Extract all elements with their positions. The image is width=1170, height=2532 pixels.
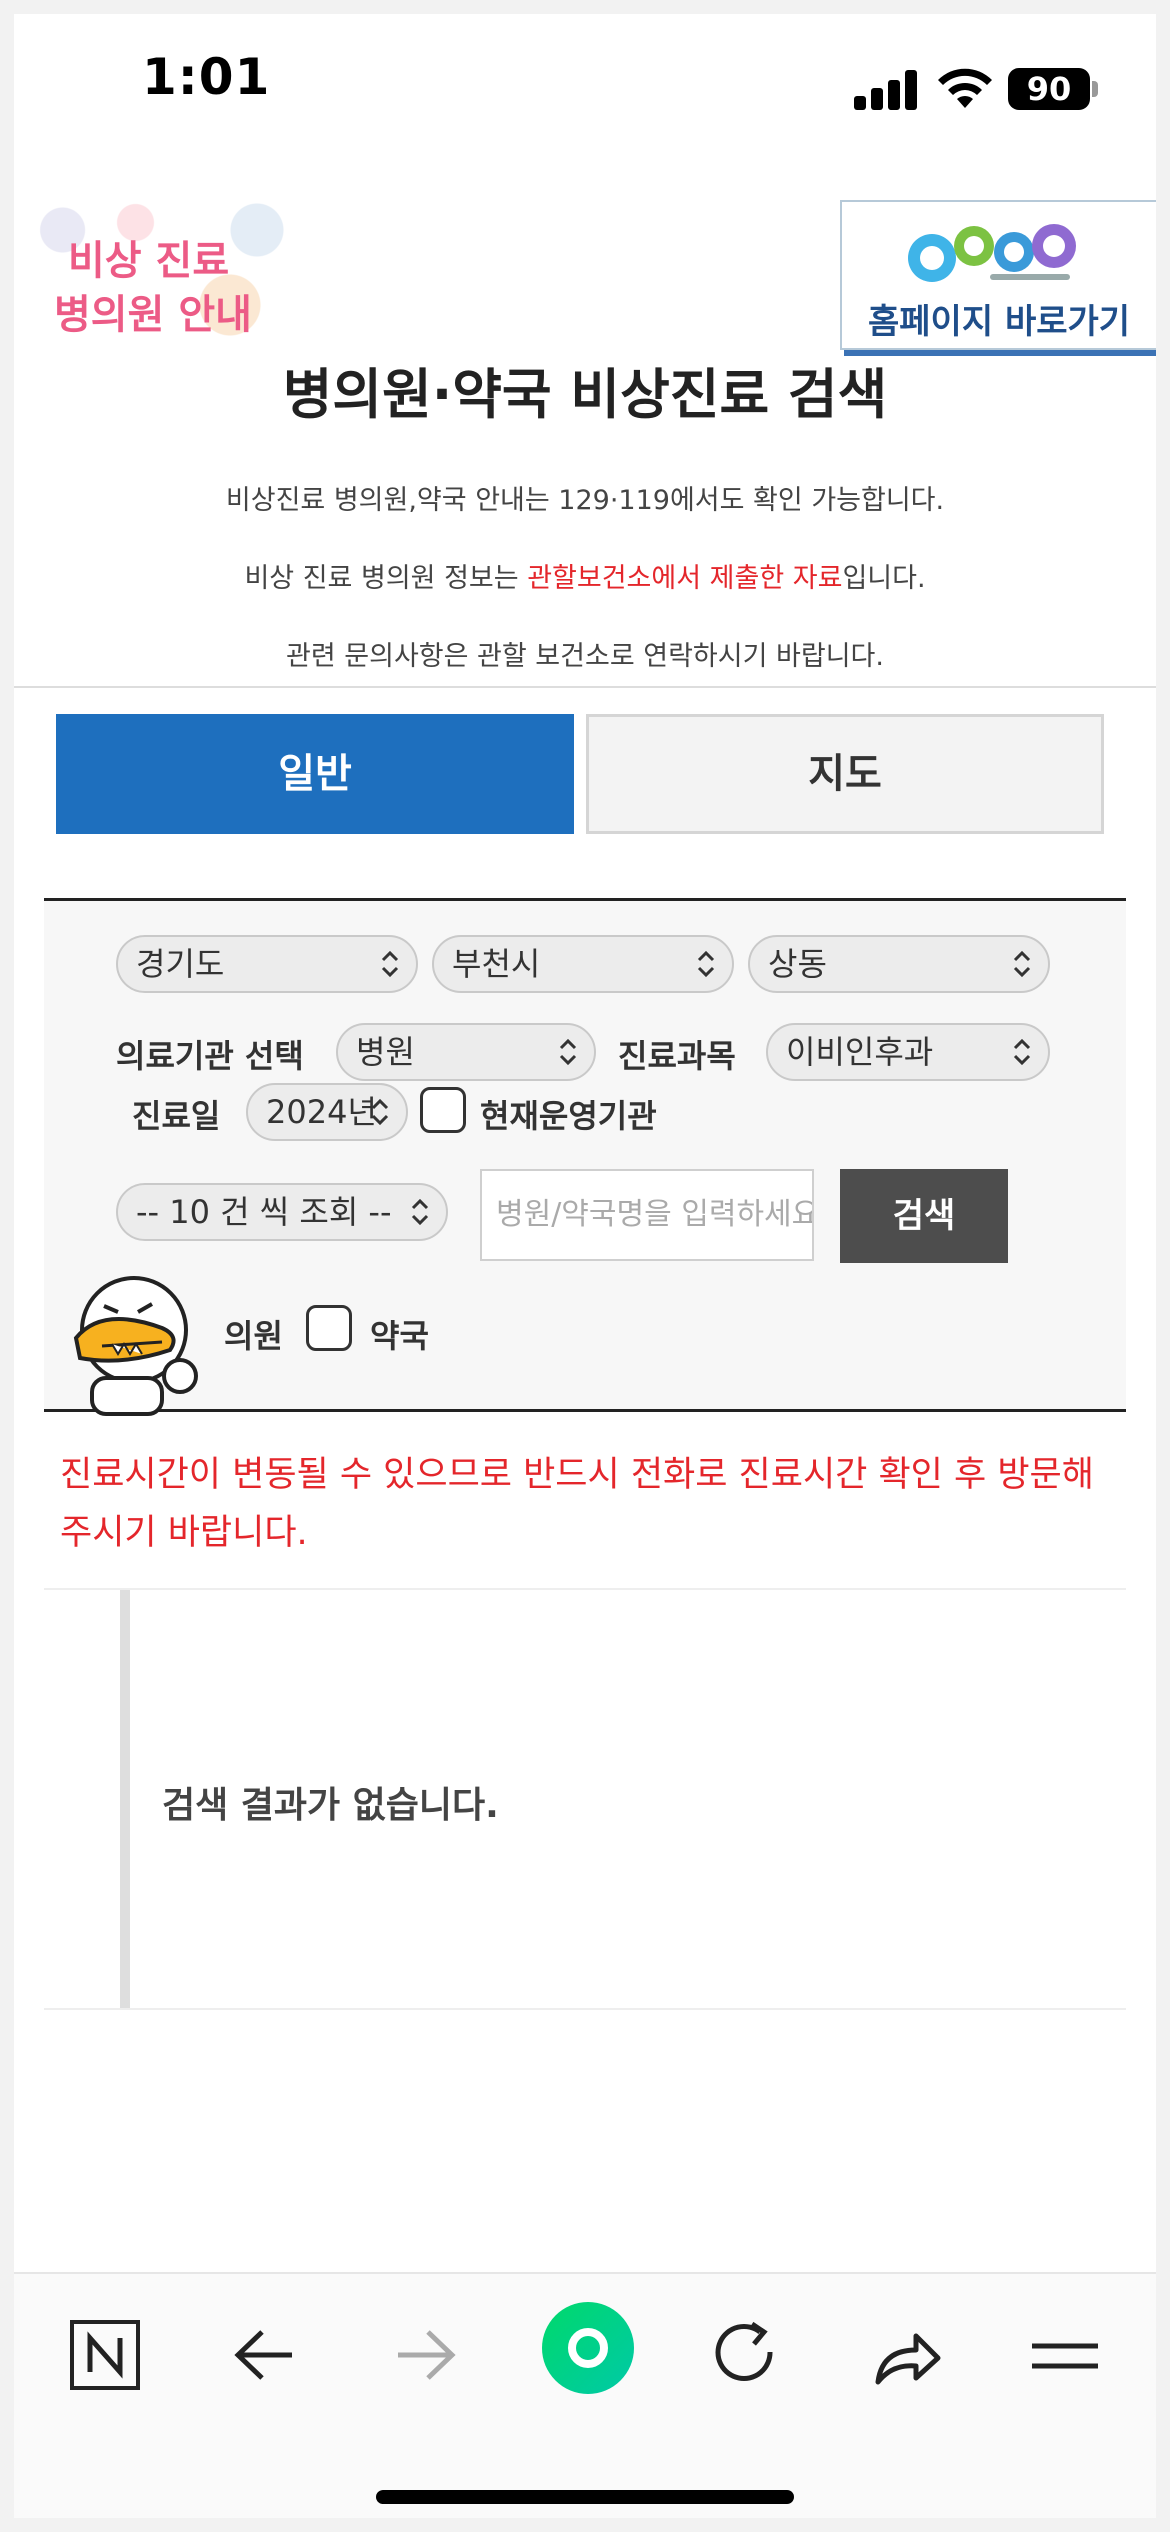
result-accent-bar bbox=[120, 1590, 130, 2010]
info-line-2-pre: 비상 진료 병의원 정보는 bbox=[244, 563, 528, 594]
home-indicator[interactable] bbox=[376, 2490, 794, 2504]
pharmacy-checkbox[interactable] bbox=[306, 1305, 352, 1351]
homepage-link-banner[interactable]: 홈페이지 바로가기 bbox=[840, 200, 1156, 350]
status-time: 1:01 bbox=[142, 48, 271, 106]
notice-text: 진료시간이 변동될 수 있으므로 반드시 전화로 진료시간 확인 후 방문해주시… bbox=[60, 1455, 1094, 1553]
duck-mascot-icon[interactable] bbox=[62, 1266, 212, 1416]
divider bbox=[44, 2008, 1126, 2010]
green-dot-icon[interactable] bbox=[540, 2300, 636, 2396]
department-select[interactable]: 이비인후과 bbox=[766, 1023, 1050, 1081]
updown-chevron-icon bbox=[371, 1098, 389, 1126]
department-label: 진료과목 bbox=[618, 1037, 736, 1075]
pharmacy-check-label: 약국 bbox=[370, 1317, 429, 1355]
battery-icon: 90 bbox=[1008, 68, 1100, 110]
page-size-value: -- 10 건 씩 조회 -- bbox=[136, 1193, 392, 1231]
date-label: 진료일 bbox=[132, 1097, 221, 1135]
banner-line1: 비상 진료 bbox=[68, 238, 230, 284]
wifi-icon bbox=[938, 68, 992, 108]
cellular-signal-icon bbox=[854, 70, 918, 110]
updown-chevron-icon bbox=[411, 1198, 429, 1226]
tab-general[interactable]: 일반 bbox=[56, 714, 574, 834]
city-value: 부천시 bbox=[452, 945, 541, 983]
browser-toolbar bbox=[14, 2272, 1156, 2518]
district-value: 상동 bbox=[768, 945, 827, 983]
date-select[interactable]: 2024년 bbox=[246, 1083, 408, 1141]
back-arrow-icon[interactable] bbox=[220, 2310, 310, 2400]
menu-icon[interactable] bbox=[1020, 2310, 1110, 2400]
province-value: 경기도 bbox=[136, 945, 225, 983]
date-value: 2024년 bbox=[266, 1093, 377, 1131]
page-size-select[interactable]: -- 10 건 씩 조회 -- bbox=[116, 1183, 448, 1241]
forward-arrow-icon[interactable] bbox=[380, 2310, 470, 2400]
naver-n-icon[interactable] bbox=[60, 2310, 150, 2400]
page-title: 병의원·약국 비상진료 검색 bbox=[282, 363, 888, 426]
updown-chevron-icon bbox=[697, 950, 715, 978]
province-select[interactable]: 경기도 bbox=[116, 935, 418, 993]
updown-chevron-icon bbox=[381, 950, 399, 978]
banner-line2: 병의원 안내 bbox=[54, 292, 252, 338]
eggon-logo-icon bbox=[908, 224, 1076, 282]
homepage-link-text: 홈페이지 바로가기 bbox=[868, 302, 1131, 342]
divider bbox=[14, 686, 1156, 688]
institution-select[interactable]: 병원 bbox=[336, 1023, 596, 1081]
city-select[interactable]: 부천시 bbox=[432, 935, 734, 993]
operating-now-label: 현재운영기관 bbox=[480, 1097, 657, 1135]
search-button[interactable]: 검색 bbox=[840, 1169, 1008, 1263]
battery-level: 90 bbox=[1008, 68, 1090, 110]
tab-map[interactable]: 지도 bbox=[586, 714, 1104, 834]
institution-value: 병원 bbox=[356, 1033, 415, 1071]
institution-label: 의료기관 선택 bbox=[116, 1037, 304, 1075]
info-line-2-highlight: 관할보건소에서 제출한 자료 bbox=[527, 563, 843, 594]
hospital-check-label: 의원 bbox=[224, 1317, 283, 1355]
result-panel: 검색 결과가 없습니다. bbox=[44, 1590, 1126, 2010]
empty-result-message: 검색 결과가 없습니다. bbox=[162, 1785, 499, 1826]
updown-chevron-icon bbox=[1013, 1038, 1031, 1066]
emergency-banner[interactable]: 비상 진료 병의원 안내 bbox=[14, 200, 284, 350]
updown-chevron-icon bbox=[559, 1038, 577, 1066]
info-line-1: 비상진료 병의원,약국 안내는 129·119에서도 확인 가능합니다. bbox=[225, 485, 945, 516]
operating-now-checkbox[interactable] bbox=[420, 1087, 466, 1133]
search-input[interactable]: 병원/약국명을 입력하세요 bbox=[480, 1169, 814, 1261]
phone-screen: 1:01 90 비상 진료 병의원 안내 홈페이지 바로가기 병의원·약국 비상… bbox=[14, 14, 1156, 2518]
info-line-2-post: 입니다. bbox=[842, 563, 926, 594]
department-value: 이비인후과 bbox=[786, 1033, 934, 1071]
updown-chevron-icon bbox=[1013, 950, 1031, 978]
district-select[interactable]: 상동 bbox=[748, 935, 1050, 993]
info-line-2: 비상 진료 병의원 정보는 관할보건소에서 제출한 자료입니다. bbox=[14, 556, 1156, 595]
info-line-3: 관련 문의사항은 관할 보건소로 연락하시기 바랍니다. bbox=[286, 641, 884, 672]
share-icon[interactable] bbox=[860, 2310, 950, 2400]
reload-icon[interactable] bbox=[700, 2310, 790, 2400]
